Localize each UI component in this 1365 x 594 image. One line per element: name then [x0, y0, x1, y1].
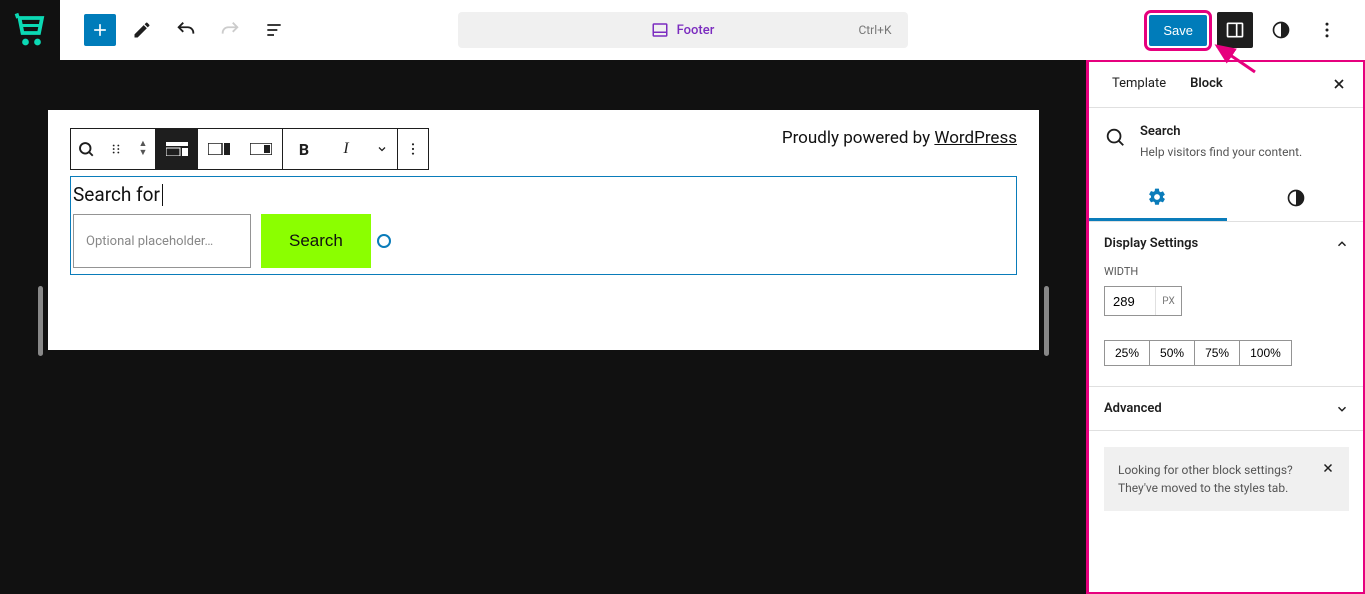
sidebar-tabs: Template Block [1088, 60, 1365, 108]
tab-template[interactable]: Template [1100, 60, 1178, 108]
add-block-button[interactable] [84, 14, 116, 46]
save-button[interactable]: Save [1149, 15, 1207, 46]
styles-notice: Looking for other block settings? They'v… [1104, 447, 1349, 511]
search-block[interactable]: Search for Optional placeholder… Search [70, 176, 1017, 275]
redo-button[interactable] [212, 12, 248, 48]
percent-buttons: 25% 50% 75% 100% [1104, 340, 1349, 366]
editor-canvas-area: ▲ ▼ [0, 60, 1087, 594]
display-settings-body: Width PX 25% 50% 75% 100% [1088, 265, 1365, 386]
width-value-field[interactable] [1105, 287, 1155, 315]
search-icon [1104, 126, 1126, 159]
document-bar[interactable]: Footer Ctrl+K [458, 12, 908, 48]
pct-50-button[interactable]: 50% [1149, 340, 1195, 366]
move-buttons[interactable]: ▲ ▼ [131, 129, 155, 169]
pct-75-button[interactable]: 75% [1194, 340, 1240, 366]
notice-text: Looking for other block settings? They'v… [1118, 461, 1309, 497]
width-unit[interactable]: PX [1155, 287, 1181, 315]
button-position-beside[interactable] [198, 129, 240, 169]
canvas-resize-right[interactable] [1044, 286, 1049, 356]
settings-panel-toggle[interactable] [1217, 12, 1253, 48]
document-title: Footer [677, 23, 715, 38]
settings-sidebar: Template Block Search Help visitors find… [1087, 60, 1365, 594]
site-logo[interactable] [0, 0, 60, 60]
chevron-down-icon[interactable]: ▼ [139, 149, 148, 158]
search-submit-button[interactable]: Search [261, 214, 371, 268]
resize-handle[interactable] [377, 234, 391, 248]
wordpress-link[interactable]: WordPress [934, 128, 1017, 148]
canvas-resize-left[interactable] [38, 286, 43, 356]
italic-button[interactable]: I [325, 129, 367, 169]
options-button[interactable] [1309, 12, 1345, 48]
display-settings-header[interactable]: Display Settings [1088, 222, 1365, 265]
block-title: Search [1140, 124, 1302, 139]
block-type-icon[interactable] [71, 129, 101, 169]
undo-button[interactable] [168, 12, 204, 48]
drag-handle[interactable] [101, 129, 131, 169]
chevron-down-icon [1335, 402, 1349, 416]
label-toggle-button[interactable] [156, 129, 198, 169]
search-placeholder-input[interactable]: Optional placeholder… [73, 214, 251, 268]
sub-tab-styles[interactable] [1227, 175, 1365, 221]
block-options-button[interactable] [398, 129, 428, 169]
pct-25-button[interactable]: 25% [1104, 340, 1150, 366]
sub-tab-settings[interactable] [1088, 175, 1227, 221]
block-info: Search Help visitors find your content. [1088, 108, 1365, 175]
top-right-tools: Save [1149, 12, 1365, 48]
sub-tabs [1088, 175, 1365, 222]
top-toolbar: Footer Ctrl+K Save [0, 0, 1365, 60]
search-label-input[interactable]: Search for [73, 179, 1014, 214]
tools-button[interactable] [124, 12, 160, 48]
editor-canvas[interactable]: ▲ ▼ [48, 110, 1039, 350]
width-label: Width [1104, 265, 1349, 278]
tab-block[interactable]: Block [1178, 60, 1235, 108]
notice-close-button[interactable] [1321, 461, 1335, 475]
top-left-tools [84, 12, 292, 48]
button-position-inside[interactable] [240, 129, 282, 169]
pct-100-button[interactable]: 100% [1239, 340, 1292, 366]
powered-by-text: Proudly powered by WordPress [782, 128, 1017, 176]
width-input[interactable]: PX [1104, 286, 1182, 316]
advanced-header[interactable]: Advanced [1088, 387, 1365, 430]
styles-button[interactable] [1263, 12, 1299, 48]
chevron-up-icon [1335, 237, 1349, 251]
shortcut-hint: Ctrl+K [858, 23, 891, 37]
bold-button[interactable]: B [283, 129, 325, 169]
sidebar-close-button[interactable] [1325, 70, 1353, 98]
list-view-button[interactable] [256, 12, 292, 48]
more-formatting-button[interactable] [367, 129, 397, 169]
block-toolbar: ▲ ▼ [70, 128, 429, 170]
block-description: Help visitors find your content. [1140, 145, 1302, 159]
